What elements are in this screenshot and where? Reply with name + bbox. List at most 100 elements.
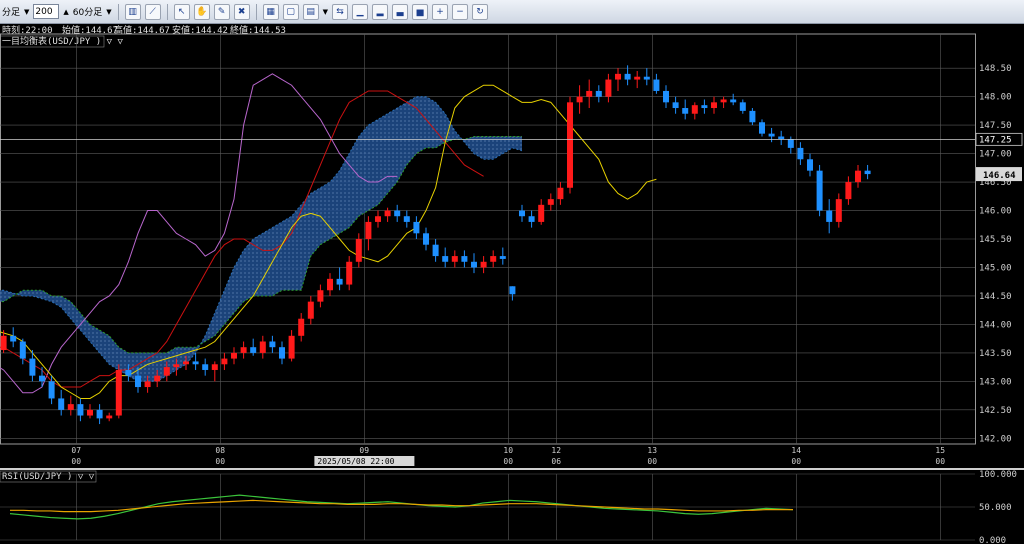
tile-icon[interactable]: ▦ bbox=[262, 3, 279, 20]
candle-body bbox=[29, 358, 36, 376]
candle-body bbox=[307, 301, 314, 319]
period-unit-dropdown-icon[interactable]: ▼ bbox=[24, 8, 29, 16]
candle-body bbox=[557, 187, 564, 200]
chart-b-icon[interactable]: ▂ bbox=[372, 3, 389, 20]
candle-body bbox=[682, 108, 689, 114]
rsi-tick-label: 100.000 bbox=[979, 470, 1017, 480]
candle-body bbox=[480, 261, 487, 268]
window-icon[interactable]: ▢ bbox=[282, 3, 299, 20]
candle-body bbox=[691, 105, 698, 114]
candle-body bbox=[576, 96, 583, 103]
time-axis: 07 08 09 10 12 13 14 15 00 00 00 06 00 00 00 2025/05/08… bbox=[71, 446, 945, 466]
candle-body bbox=[346, 261, 353, 285]
rsi-panel: 0.000 50.000 100.000 bbox=[0, 470, 1017, 544]
zoom-out-icon[interactable]: − bbox=[452, 3, 469, 20]
chart-d-icon[interactable]: ▅ bbox=[412, 3, 429, 20]
toolbar-divider bbox=[117, 3, 119, 20]
candle-body bbox=[451, 256, 458, 262]
rsi-panel-title[interactable]: RSI(USD/JPY ) ▽ ▽ bbox=[2, 472, 95, 482]
candle-body bbox=[749, 110, 756, 123]
compare-icon[interactable]: ⇆ bbox=[332, 3, 349, 20]
candle-body bbox=[413, 221, 420, 234]
date-tick-label: 12 bbox=[551, 446, 561, 455]
hand-icon[interactable]: ✋ bbox=[193, 3, 210, 20]
cursor-icon[interactable]: ↖ bbox=[173, 3, 190, 20]
last-price-label: 146.64 bbox=[983, 171, 1016, 181]
candle-body bbox=[58, 398, 65, 410]
candle-body bbox=[77, 404, 84, 416]
candle-body bbox=[547, 199, 554, 205]
candle-body bbox=[67, 404, 74, 410]
rsi-tick-label: 0.000 bbox=[979, 536, 1006, 544]
candle-body bbox=[624, 73, 631, 80]
chart-c-icon[interactable]: ▃ bbox=[392, 3, 409, 20]
candle-body bbox=[135, 375, 141, 388]
price-tick-label: 144.00 bbox=[979, 320, 1012, 330]
price-level-label: 147.25 bbox=[979, 135, 1012, 145]
candle-body bbox=[807, 159, 813, 171]
main-panel-title[interactable]: 一目均衡表(USD/JPY ) ▽ ▽ bbox=[2, 35, 123, 47]
candle-body bbox=[0, 335, 7, 351]
timeframe-select[interactable]: 60分足 bbox=[73, 5, 102, 18]
candle-body bbox=[39, 375, 45, 382]
candle-body bbox=[19, 341, 26, 359]
candle-body bbox=[259, 341, 266, 353]
candle-body bbox=[461, 256, 468, 262]
price-tick-label: 148.50 bbox=[979, 64, 1012, 74]
hour-tick-label: 00 bbox=[503, 457, 513, 466]
candle-body bbox=[423, 233, 429, 245]
candle-body bbox=[125, 369, 132, 376]
toolbar-divider bbox=[166, 3, 168, 20]
candle-body bbox=[231, 352, 237, 359]
bar-chart-icon[interactable]: ▥ bbox=[124, 3, 141, 20]
candle-body bbox=[586, 90, 593, 97]
price-tick-label: 146.00 bbox=[979, 207, 1012, 217]
candle-body bbox=[202, 364, 209, 370]
rsi-signal-line bbox=[10, 499, 793, 513]
candle-body bbox=[739, 102, 746, 111]
candle-body bbox=[298, 318, 305, 336]
candle-body bbox=[643, 76, 650, 80]
candle-body bbox=[653, 79, 660, 91]
candle-body bbox=[672, 102, 679, 109]
candle-body bbox=[144, 381, 151, 388]
candle-body bbox=[567, 102, 573, 188]
candle-body bbox=[490, 256, 497, 262]
line-chart-icon[interactable]: ⟋ bbox=[144, 3, 161, 20]
price-tick-label: 148.00 bbox=[979, 93, 1012, 103]
rsi-tick-label: 50.000 bbox=[979, 503, 1012, 513]
date-tick-label: 09 bbox=[359, 446, 369, 455]
price-tick-label: 142.50 bbox=[979, 406, 1012, 416]
pencil-icon[interactable]: ✎ bbox=[213, 3, 230, 20]
candle-body bbox=[864, 170, 871, 175]
candle-body bbox=[663, 90, 669, 103]
candle-body bbox=[509, 286, 516, 295]
candle-body bbox=[701, 105, 708, 109]
candle-body bbox=[96, 409, 103, 419]
candle-body bbox=[595, 90, 602, 97]
hour-tick-label: 00 bbox=[215, 457, 225, 466]
candle-body bbox=[442, 256, 449, 262]
hour-tick-label: 00 bbox=[935, 457, 945, 466]
chart-area[interactable]: 時刻:22:00 始値:144.67 高値:144.67 安値:144.42 終… bbox=[0, 24, 1024, 544]
toolbar: 分足 ▼ ▲ 60分足 ▼ ▥ ⟋ ↖ ✋ ✎ ✖ ▦ ▢ ▤ ▼ ⇆ ▁ ▂ … bbox=[0, 0, 1024, 24]
trash-icon[interactable]: ✖ bbox=[233, 3, 250, 20]
candle-body bbox=[288, 335, 295, 359]
candle-body bbox=[471, 261, 477, 268]
candle-body bbox=[778, 136, 785, 140]
bar-count-spin-icon[interactable]: ▲ bbox=[63, 8, 68, 16]
zoom-in-icon[interactable]: + bbox=[432, 3, 449, 20]
period-unit-label[interactable]: 分足 bbox=[2, 5, 20, 18]
indicator-icon[interactable]: ▤ bbox=[302, 3, 319, 20]
chart-a-icon[interactable]: ▁ bbox=[352, 3, 369, 20]
price-tick-label: 147.00 bbox=[979, 150, 1012, 160]
candle-body bbox=[720, 99, 727, 103]
candle-body bbox=[787, 139, 794, 148]
price-tick-label: 147.50 bbox=[979, 121, 1012, 131]
bar-count-input[interactable] bbox=[33, 4, 60, 19]
indicator-dropdown-icon[interactable]: ▼ bbox=[323, 8, 328, 16]
candle-body bbox=[730, 99, 737, 103]
refresh-icon[interactable]: ↻ bbox=[472, 3, 489, 20]
price-axis: 142.00 142.50 143.00 143.50 144.00 144.50 145.… bbox=[0, 64, 1023, 444]
timeframe-dropdown-icon[interactable]: ▼ bbox=[106, 8, 111, 16]
